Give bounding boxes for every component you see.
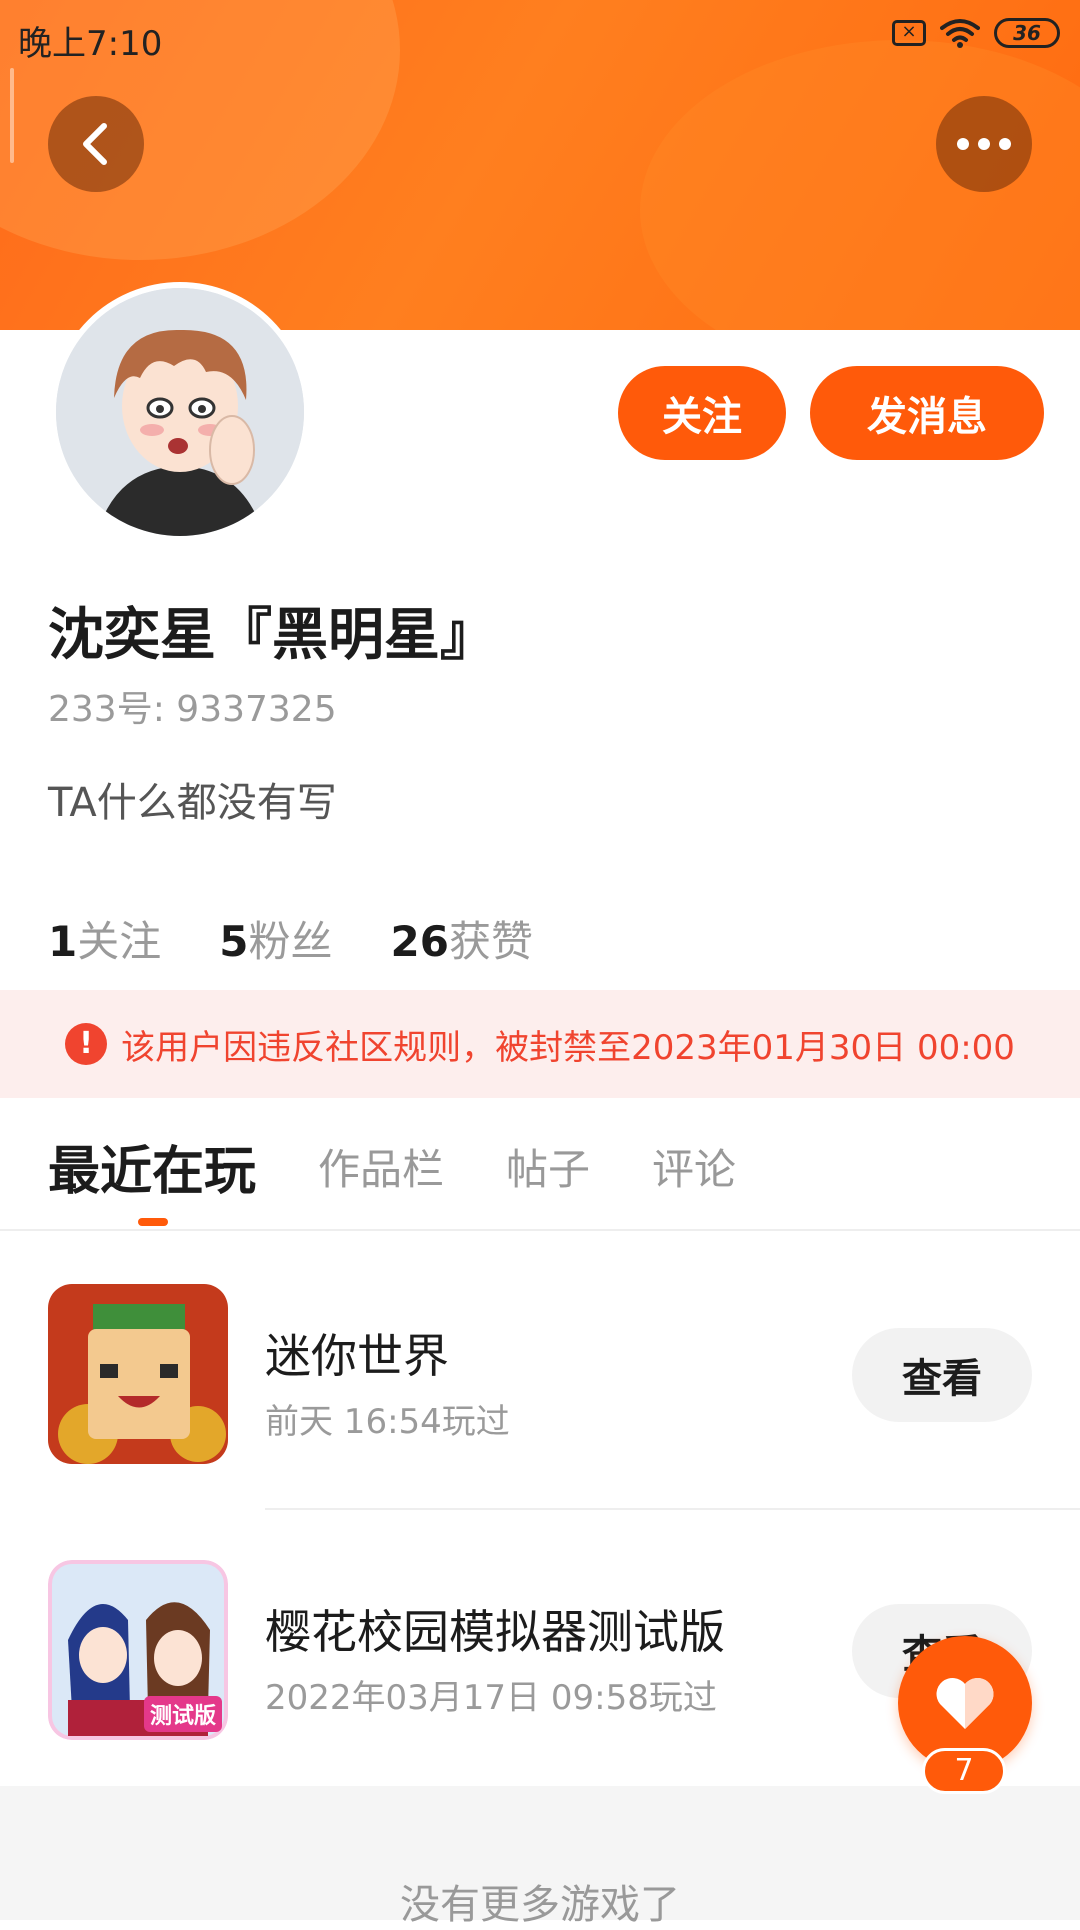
tab-comments[interactable]: 评论 xyxy=(652,1136,736,1197)
game-name: 樱花校园模拟器测试版 xyxy=(265,1605,725,1659)
tab-posts[interactable]: 帖子 xyxy=(506,1136,590,1197)
heart-icon xyxy=(936,1677,994,1729)
alert-icon: ! xyxy=(65,1023,108,1065)
ban-notice: ! 该用户因违反社区规则，被封禁至2023年01月30日 00:00 xyxy=(0,990,1080,1098)
view-button[interactable]: 查看 xyxy=(852,1328,1032,1422)
beta-badge: 测试版 xyxy=(144,1696,223,1732)
game-last-played: 2022年03月17日 09:58玩过 xyxy=(265,1678,717,1718)
list-footer: 没有更多游戏了 xyxy=(0,1786,1080,1928)
active-tab-indicator xyxy=(138,1218,168,1226)
game-name: 迷你世界 xyxy=(265,1329,449,1383)
more-button[interactable] xyxy=(936,96,1032,192)
wifi-icon xyxy=(940,18,980,48)
back-button[interactable] xyxy=(48,96,144,192)
profile-tabs: 最近在玩 作品栏 帖子 评论 xyxy=(48,1126,736,1206)
battery-icon: 36 xyxy=(994,18,1060,48)
no-more-games-text: 没有更多游戏了 xyxy=(400,1882,680,1928)
username: 沈奕星『黑明星』 xyxy=(48,603,496,668)
game-icon-sakura-school: 测试版 xyxy=(48,1560,228,1740)
ban-notice-text: 该用户因违反社区规则，被封禁至2023年01月30日 00:00 xyxy=(121,1027,1015,1068)
row-divider xyxy=(265,1508,1080,1510)
send-message-button[interactable]: 发消息 xyxy=(810,366,1044,460)
stat-fans-label: 粉丝 xyxy=(248,917,333,966)
avatar[interactable] xyxy=(50,282,310,542)
tab-divider xyxy=(0,1229,1080,1231)
status-time: 晚上7:10 xyxy=(18,24,163,64)
stat-likes-count: 26 xyxy=(390,917,449,966)
game-last-played: 前天 16:54玩过 xyxy=(265,1402,510,1442)
game-icon-mini-world xyxy=(48,1284,228,1464)
bio-text: TA什么都没有写 xyxy=(48,780,337,826)
tab-works[interactable]: 作品栏 xyxy=(318,1136,444,1197)
stat-following[interactable]: 1关注 xyxy=(48,908,161,969)
stat-following-label: 关注 xyxy=(77,917,162,966)
stat-fans[interactable]: 5粉丝 xyxy=(219,908,332,969)
list-item[interactable]: 迷你世界 前天 16:54玩过 查看 xyxy=(0,1284,1080,1464)
tab-recently-played[interactable]: 最近在玩 xyxy=(48,1129,256,1204)
follow-button[interactable]: 关注 xyxy=(618,366,786,460)
no-sim-icon: × xyxy=(892,20,926,46)
like-count-badge: 7 xyxy=(922,1748,1006,1794)
more-icon xyxy=(957,138,1011,150)
stat-fans-count: 5 xyxy=(219,917,249,966)
back-icon xyxy=(83,123,107,165)
stat-likes-label: 获赞 xyxy=(448,917,533,966)
status-icons: × 36 xyxy=(892,18,1060,48)
stat-following-count: 1 xyxy=(48,917,78,966)
edge-indicator xyxy=(10,68,14,163)
account-id: 233号: 9337325 xyxy=(48,689,337,730)
stat-likes[interactable]: 26获赞 xyxy=(391,908,533,969)
profile-stats: 1关注 5粉丝 26获赞 xyxy=(48,908,533,969)
